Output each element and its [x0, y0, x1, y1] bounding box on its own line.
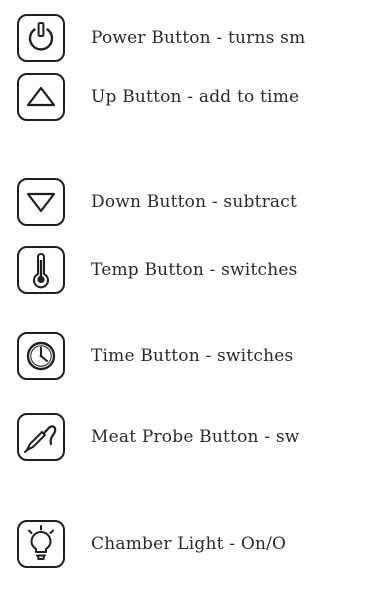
time-button-icon-frame	[17, 332, 65, 380]
meat-probe-icon	[24, 425, 57, 453]
legend-item-power: Power Button - turns sm	[17, 11, 367, 65]
power-button-icon-frame	[17, 14, 65, 62]
up-button-icon-frame	[17, 73, 65, 121]
legend-item-label: Temp Button - switches	[91, 260, 298, 280]
temp-button-icon-frame	[17, 246, 65, 294]
down-triangle-icon	[26, 192, 56, 213]
legend-item-label: Power Button - turns sm	[91, 28, 306, 48]
legend-item-label: Chamber Light - On/O	[91, 534, 287, 554]
clock-icon	[26, 341, 56, 371]
legend-item-down: Down Button - subtract	[17, 175, 367, 229]
legend-item-label: Up Button - add to time	[91, 87, 300, 107]
legend-item-label: Meat Probe Button - sw	[91, 427, 300, 447]
legend-item-time: Time Button - switches	[17, 329, 367, 383]
thermometer-icon	[33, 253, 49, 289]
legend-item-temp: Temp Button - switches	[17, 243, 367, 297]
power-icon	[28, 22, 54, 51]
light-bulb-icon	[28, 525, 54, 560]
button-legend: Power Button - turns sm Up Button - add …	[0, 0, 367, 600]
down-button-icon-frame	[17, 178, 65, 226]
legend-item-up: Up Button - add to time	[17, 70, 367, 124]
legend-item-label: Down Button - subtract	[91, 192, 298, 212]
chamber-light-icon-frame	[17, 520, 65, 568]
legend-item-label: Time Button - switches	[91, 346, 294, 366]
meat-probe-button-icon-frame	[17, 413, 65, 461]
legend-item-meat-probe: Meat Probe Button - sw	[17, 410, 367, 464]
up-triangle-icon	[26, 86, 56, 107]
legend-item-chamber-light: Chamber Light - On/O	[17, 517, 367, 571]
